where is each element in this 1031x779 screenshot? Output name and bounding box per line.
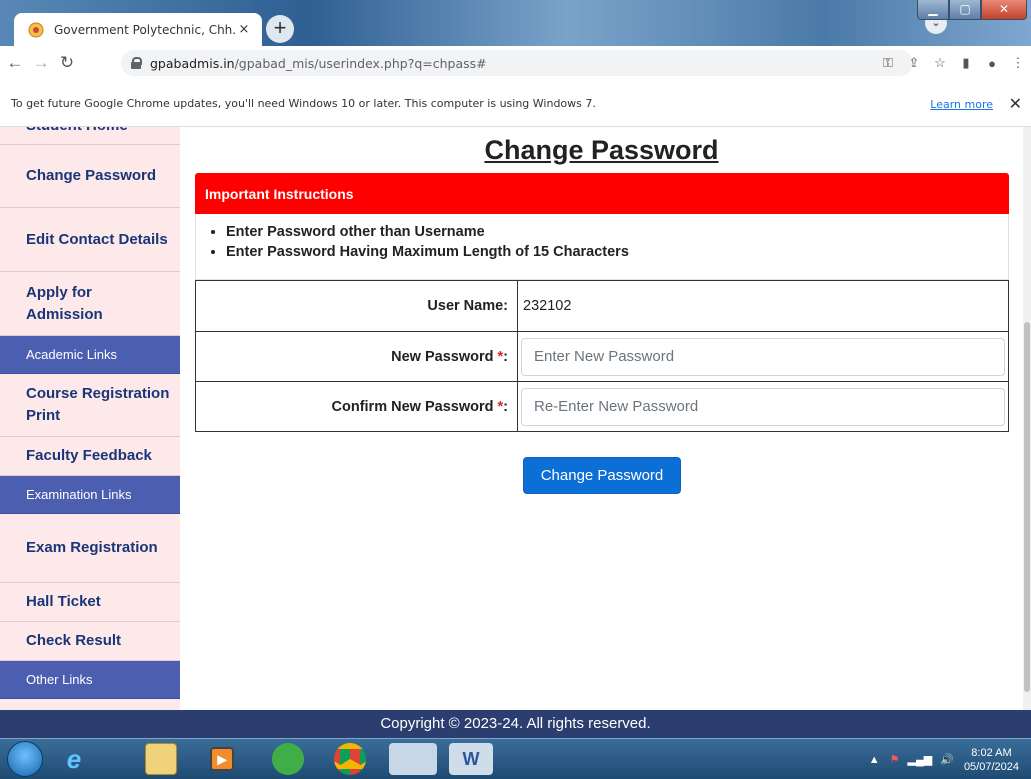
media-player-icon[interactable]: ▸ [210, 747, 234, 771]
clock-date: 05/07/2024 [963, 760, 1019, 773]
sidebar-item-course-registration-print[interactable]: Course Registration Print [0, 374, 180, 437]
url-path: /gpabad_mis/userindex.php?q=chpass# [234, 55, 487, 71]
chrome-profile-icon[interactable] [389, 743, 437, 775]
username-value: 232102 [523, 298, 572, 314]
instruction-item: Enter Password Having Maximum Length of … [226, 244, 1008, 260]
side-panel-icon[interactable]: ▮ [953, 55, 979, 71]
sidebar-item-hall-ticket[interactable]: Hall Ticket [0, 583, 180, 622]
word-icon[interactable]: W [449, 743, 493, 775]
toolbar-actions: ⚿ ⇪ ☆ ▮ ● ⋮ [875, 46, 1031, 80]
sidebar-section-examination-links[interactable]: Examination Links [0, 476, 180, 514]
bookmark-star-icon[interactable]: ☆ [927, 55, 953, 71]
forward-icon[interactable]: → [30, 53, 52, 73]
sidebar-item-label: Exam Registration [26, 539, 158, 556]
sidebar-item-label: Hall Ticket [26, 593, 101, 610]
sidebar-item-label: Change Password [26, 167, 157, 184]
change-password-button[interactable]: Change Password [523, 457, 681, 494]
browser-tab[interactable]: Government Polytechnic, Chh. Sa × [14, 13, 262, 46]
infobar-close-icon[interactable]: ✕ [1009, 94, 1022, 113]
back-icon[interactable]: ← [4, 53, 26, 73]
chrome-icon[interactable] [334, 743, 366, 775]
windows-taskbar: e ▸ W ▲ ⚑ ▂▄▆ 🔊 8:02 AM 05/07/2024 [0, 738, 1031, 779]
browser-toolbar: ← → ↻ gpabadmis.in/gpabad_mis/userindex.… [0, 46, 1031, 80]
sidebar-item-exam-registration[interactable]: Exam Registration [0, 514, 180, 583]
action-center-flag-icon[interactable]: ⚑ [890, 753, 900, 766]
instructions-header: Important Instructions [195, 173, 1009, 214]
system-tray: ▲ ⚑ ▂▄▆ 🔊 8:02 AM 05/07/2024 [869, 739, 1031, 779]
sidebar-item-label: Faculty Feedback [26, 447, 152, 464]
update-infobar: To get future Google Chrome updates, you… [0, 80, 1031, 127]
main-content: Change Password Important Instructions E… [180, 127, 1023, 710]
site-favicon-icon [28, 22, 44, 38]
profile-avatar-icon[interactable]: ● [979, 56, 1005, 71]
sidebar-section-label: Other Links [26, 672, 93, 687]
menu-kebab-icon[interactable]: ⋮ [1005, 55, 1031, 71]
change-password-form: User Name: 232102 New Password *: Confir… [195, 280, 1009, 432]
minimize-icon[interactable]: ▁ [917, 0, 949, 20]
sidebar-item-check-result[interactable]: Check Result [0, 622, 180, 661]
infobar-message: To get future Google Chrome updates, you… [11, 96, 596, 110]
window-controls: ▁ ▢ ✕ [917, 0, 1027, 20]
volume-icon[interactable]: 🔊 [940, 753, 954, 766]
internet-explorer-icon[interactable]: e [58, 743, 90, 775]
sidebar-item-apply-for-admission[interactable]: Apply for Admission [0, 272, 180, 336]
instruction-item: Enter Password other than Username [226, 224, 1008, 240]
web-page: Student Home Change Password Edit Contac… [0, 127, 1031, 710]
sidebar-item-change-password[interactable]: Change Password [0, 145, 180, 208]
sidebar-section-academic-links[interactable]: Academic Links [0, 336, 180, 374]
window-title-bar: Government Polytechnic, Chh. Sa × + ⌄ ▁ … [0, 0, 1031, 46]
sidebar-section-other-links[interactable]: Other Links [0, 661, 180, 699]
sidebar-item-student-home[interactable]: Student Home [0, 127, 180, 145]
tab-title: Government Polytechnic, Chh. Sa [54, 22, 236, 37]
wifi-manager-icon[interactable] [272, 743, 304, 775]
sidebar-section-label: Examination Links [26, 487, 132, 502]
sidebar-item-label: Course Registration Print [26, 385, 170, 424]
sidebar-item-edit-contact-details[interactable]: Edit Contact Details [0, 208, 180, 272]
new-password-input[interactable] [521, 337, 1005, 376]
reload-icon[interactable]: ↻ [56, 53, 78, 73]
lock-icon [131, 57, 142, 69]
confirm-password-label: Confirm New Password *: [195, 381, 518, 432]
maximize-icon[interactable]: ▢ [949, 0, 981, 20]
new-tab-button[interactable]: + [266, 15, 294, 43]
network-signal-icon[interactable]: ▂▄▆ [908, 753, 933, 766]
page-footer: Copyright © 2023-24. All rights reserved… [0, 710, 1031, 738]
learn-more-link[interactable]: Learn more [930, 98, 993, 111]
address-bar[interactable]: gpabadmis.in/gpabad_mis/userindex.php?q=… [121, 50, 913, 76]
share-icon[interactable]: ⇪ [901, 55, 927, 71]
file-explorer-icon[interactable] [145, 743, 177, 775]
show-hidden-icons-icon[interactable]: ▲ [869, 754, 880, 766]
sidebar-item-faculty-feedback[interactable]: Faculty Feedback [0, 437, 180, 476]
system-clock[interactable]: 8:02 AM 05/07/2024 [964, 746, 1019, 774]
sidebar-item-label: Edit Contact Details [26, 230, 168, 248]
start-button-icon[interactable] [7, 741, 43, 777]
confirm-password-input[interactable] [521, 387, 1005, 426]
tab-close-icon[interactable]: × [236, 22, 252, 37]
page-scrollbar[interactable] [1023, 127, 1031, 710]
sidebar-item-label: Apply for Admission [26, 283, 103, 323]
scrollbar-thumb[interactable] [1024, 322, 1030, 692]
password-key-icon[interactable]: ⚿ [875, 55, 901, 71]
clock-time: 8:02 AM [971, 746, 1012, 759]
page-title: Change Password [484, 135, 719, 165]
new-password-label: New Password *: [195, 331, 518, 382]
sidebar: Student Home Change Password Edit Contac… [0, 127, 180, 710]
window-close-icon[interactable]: ✕ [981, 0, 1027, 20]
sidebar-section-label: Academic Links [26, 347, 118, 362]
username-label: User Name: [195, 280, 518, 332]
url-host: gpabadmis.in [150, 55, 235, 71]
instructions-list: Enter Password other than Username Enter… [195, 214, 1009, 280]
sidebar-item-label: Check Result [26, 632, 122, 649]
